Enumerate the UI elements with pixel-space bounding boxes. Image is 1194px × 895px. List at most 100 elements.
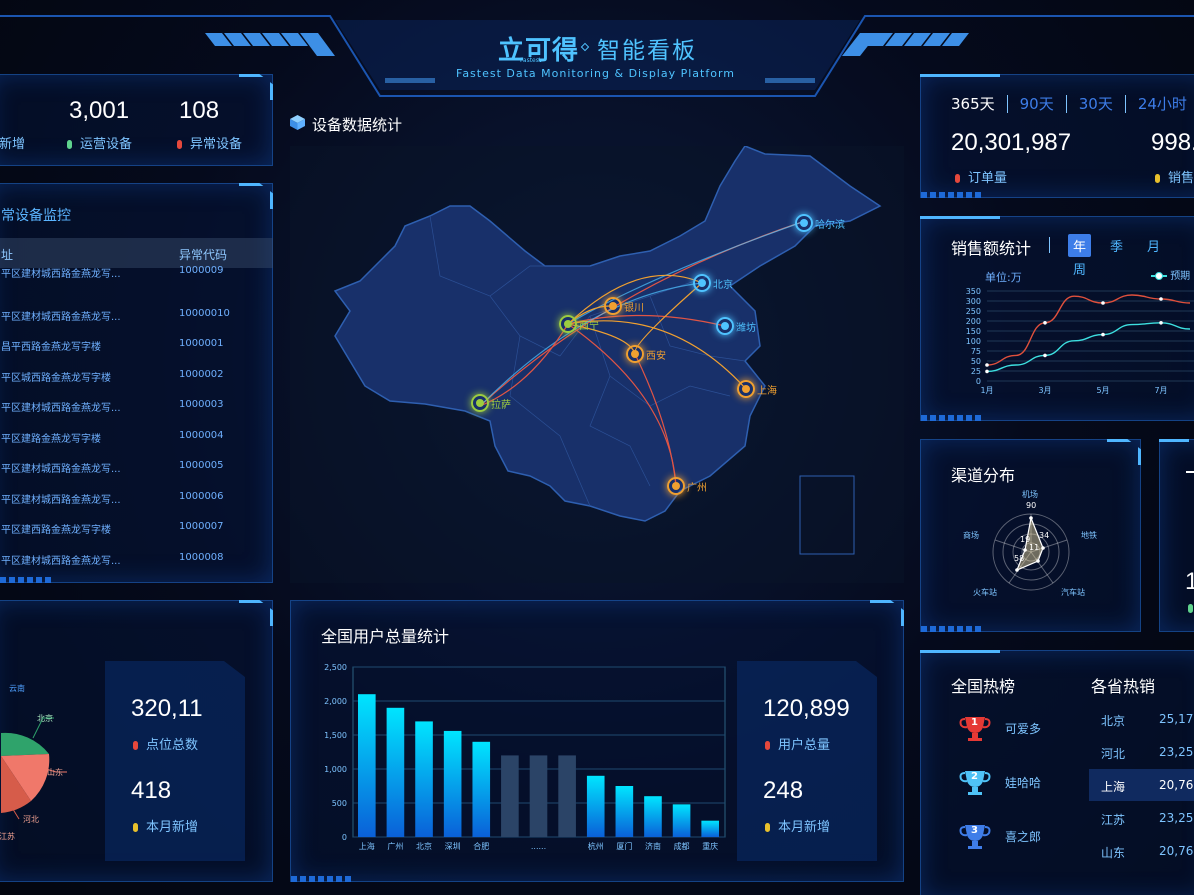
bar[interactable] xyxy=(472,741,491,837)
province-title: 各省热销 xyxy=(1091,677,1156,696)
table-row[interactable]: 平区建材城西路金燕龙写... 1000005 xyxy=(0,451,273,481)
city-label: 广州 xyxy=(687,483,707,494)
city-label: 西安 xyxy=(646,351,666,362)
bar[interactable] xyxy=(443,730,462,837)
tab-sales-period[interactable]: 年 xyxy=(1068,234,1092,257)
users-total-label: 用户总量 xyxy=(765,734,830,753)
table-row[interactable]: 平区建材城西路金燕龙写... 10000010 xyxy=(0,299,273,329)
table-row[interactable]: 平区建西路金燕龙写字楼 1000007 xyxy=(0,512,273,542)
x-tick-label: 厦门 xyxy=(616,841,632,851)
hot-title: 全国热榜 xyxy=(951,677,1016,696)
radar-axis-subway: 地铁 xyxy=(1081,530,1097,540)
sales-legend: 预期 xyxy=(1151,267,1190,282)
province-row[interactable]: 江苏 23,252 xyxy=(1089,802,1194,834)
bar[interactable] xyxy=(386,707,405,837)
table-row[interactable]: 平区建材城西路金燕龙写... 1000009 xyxy=(0,265,273,298)
city-label: 北京 xyxy=(713,280,733,291)
table-row[interactable]: 昌平西路金燕龙写字楼 1000001 xyxy=(0,329,273,359)
abnormal-count: 108 xyxy=(179,97,220,124)
bar[interactable] xyxy=(558,755,576,837)
hot-item[interactable]: 3 喜之郎 xyxy=(959,821,1069,851)
tab-period[interactable]: 365天 xyxy=(951,95,1008,113)
province-row[interactable]: 北京 25,179 xyxy=(1089,703,1194,735)
series-line xyxy=(986,322,1191,373)
city-marker[interactable]: 拉萨 xyxy=(471,394,511,412)
radar-axis-mall: 商场 xyxy=(963,530,979,540)
series-point xyxy=(985,369,989,374)
province-name: 河北 xyxy=(1101,747,1126,761)
y-tick-label: 300 xyxy=(966,297,981,306)
bar[interactable] xyxy=(586,775,605,837)
tab-period[interactable]: 90天 xyxy=(1019,95,1067,113)
city-marker[interactable]: 北京 xyxy=(693,274,733,292)
points-new-value: 418 xyxy=(131,777,172,804)
radar-value-2: 11 xyxy=(1029,543,1039,552)
bar[interactable] xyxy=(358,694,376,837)
monitor-title: 常设备监控 xyxy=(1,208,71,224)
china-map xyxy=(333,145,882,555)
tab-sales-period[interactable]: 季 xyxy=(1105,234,1128,257)
table-row[interactable]: 平区建材城西路金燕龙写... 1000008 xyxy=(0,543,273,573)
monitor-table-header: 址 异常代码 xyxy=(0,238,273,268)
city-marker[interactable]: 广州 xyxy=(667,477,707,495)
users-total-value: 120,899 xyxy=(763,695,850,722)
tab-sales-period[interactable]: 周 xyxy=(1068,257,1091,280)
row-address: 平区建材城西路金燕龙写... xyxy=(1,464,121,475)
hot-item-name: 可爱多 xyxy=(1005,722,1042,736)
hot-item[interactable]: 1 可爱多 xyxy=(959,713,1069,743)
page-subtitle: Fastest Data Monitoring & Display Platfo… xyxy=(456,67,735,80)
city-marker[interactable]: 哈尔滨 xyxy=(795,214,845,232)
col-address: 址 xyxy=(1,248,14,262)
city-marker[interactable]: 银川 xyxy=(604,297,644,315)
bar[interactable] xyxy=(672,804,691,837)
bar[interactable] xyxy=(501,755,519,837)
province-value: 20,760 xyxy=(1159,778,1194,792)
province-value: 23,252 xyxy=(1159,745,1194,759)
users-new-label: 本月新增 xyxy=(765,816,830,835)
y-tick-label: 2,500 xyxy=(324,663,347,672)
bar[interactable] xyxy=(615,786,634,837)
x-tick-label: 北京 xyxy=(416,841,432,851)
hot-item[interactable]: 2 娃哈哈 xyxy=(959,767,1069,797)
tab-sales-period[interactable]: 月 xyxy=(1142,234,1165,257)
points-pie-chart: 云南 北京 山东 河北 江苏 xyxy=(0,683,67,841)
table-row[interactable]: 平区建路金燕龙写字楼 1000004 xyxy=(0,421,273,451)
row-code: 1000001 xyxy=(179,338,224,349)
tab-period[interactable]: 30天 xyxy=(1078,95,1126,113)
users-title: 全国用户总量统计 xyxy=(321,627,450,646)
pie-label-hebei: 河北 xyxy=(23,814,39,824)
quarter-dot xyxy=(1188,604,1193,613)
province-row[interactable]: 山东 20,760 xyxy=(1089,835,1194,867)
city-marker[interactable]: 潍坊 xyxy=(716,317,756,335)
x-tick-label: 7月 xyxy=(1154,386,1167,395)
orders-panel: 365天 90天 30天 24小时 20,301,987 998. 订单量 销售 xyxy=(920,74,1194,198)
series-point xyxy=(1043,353,1047,358)
province-row[interactable]: 上海 20,760 xyxy=(1089,769,1194,801)
users-panel: 全国用户总量统计 0 500 1,000 1,500 2,000 2,500 上海 广州 北京 深… xyxy=(290,600,904,882)
bar[interactable] xyxy=(644,796,662,837)
table-row[interactable]: 平区建材城西路金燕龙写... 1000003 xyxy=(0,390,273,420)
province-name: 北京 xyxy=(1101,714,1126,728)
bar[interactable] xyxy=(529,755,548,837)
pie-label-shandong: 山东 xyxy=(47,767,63,777)
x-tick-label: 杭州 xyxy=(588,841,604,851)
table-row[interactable]: 平区建材城西路金燕龙写... 1000006 xyxy=(0,482,273,512)
tab-period[interactable]: 24小时 xyxy=(1138,95,1187,113)
city-marker[interactable]: 西安 xyxy=(626,345,666,363)
bar[interactable] xyxy=(701,820,719,837)
radar-axis-bus-station: 汽车站 xyxy=(1061,587,1085,597)
row-address: 平区建材城西路金燕龙写... xyxy=(1,311,121,323)
city-marker[interactable]: 西宁 xyxy=(559,315,599,333)
row-code: 1000003 xyxy=(179,399,224,410)
city-marker[interactable]: 上海 xyxy=(737,380,777,398)
row-code: 1000004 xyxy=(179,429,224,441)
series-point xyxy=(985,363,989,367)
y-tick-label: 1,500 xyxy=(324,731,347,740)
x-tick-label: 3月 xyxy=(1038,386,1051,395)
y-tick-label: 75 xyxy=(971,347,981,356)
y-tick-label: 200 xyxy=(966,317,981,326)
province-row[interactable]: 河北 23,252 xyxy=(1089,736,1194,768)
table-row[interactable]: 平区城西路金燕龙写字楼 1000002 xyxy=(0,360,273,390)
sales-title: 销售额统计 xyxy=(951,239,1032,258)
bar[interactable] xyxy=(415,721,433,837)
